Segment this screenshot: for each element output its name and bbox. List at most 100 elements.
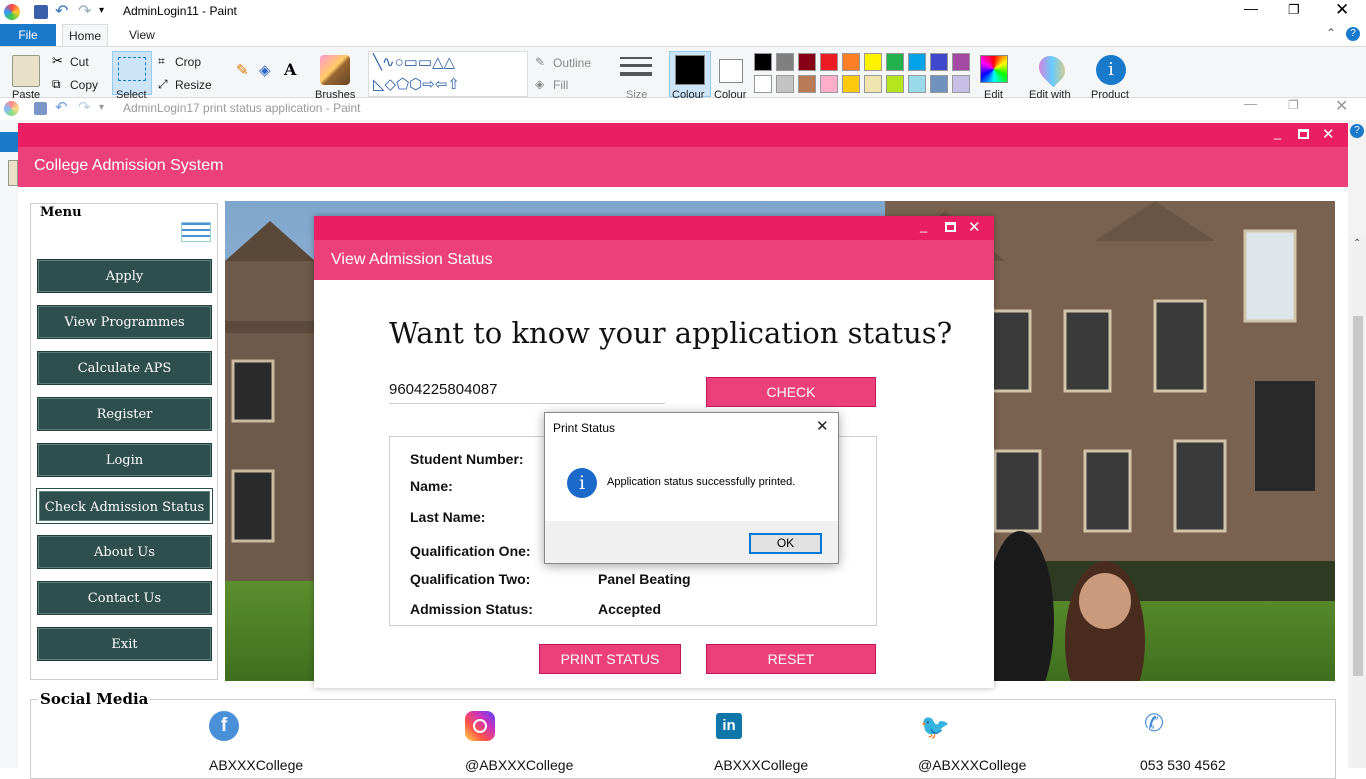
close-button[interactable]: ✕: [816, 417, 829, 435]
redo-icon[interactable]: ↷: [78, 98, 91, 116]
scroll-thumb[interactable]: [1353, 316, 1363, 676]
menu-apply-button[interactable]: Apply: [37, 259, 212, 293]
linkedin-icon[interactable]: in: [716, 713, 742, 739]
colour-swatch[interactable]: [842, 53, 860, 71]
line-shape-icon[interactable]: ╲∿○▭▭△△: [373, 54, 455, 71]
pencil-icon[interactable]: ✎: [236, 61, 249, 79]
colour-swatch[interactable]: [952, 75, 970, 93]
colour-swatch[interactable]: [820, 75, 838, 93]
redo-icon[interactable]: ↷: [78, 1, 91, 21]
check-button[interactable]: CHECK: [706, 377, 876, 407]
help-icon[interactable]: ?: [1350, 124, 1364, 138]
reset-button[interactable]: RESET: [706, 644, 876, 674]
twitter-icon[interactable]: 🐦: [920, 713, 950, 743]
ribbon-collapse-icon[interactable]: ⌃: [1326, 26, 1336, 40]
colour-swatch[interactable]: [886, 75, 904, 93]
menu-register-button[interactable]: Register: [37, 397, 212, 431]
colour-swatch[interactable]: [930, 53, 948, 71]
phone-number[interactable]: 053 530 4562: [1140, 757, 1226, 773]
colour-swatch[interactable]: [864, 53, 882, 71]
minimize-button[interactable]: _: [920, 218, 927, 233]
help-icon[interactable]: ?: [1346, 27, 1360, 41]
colour-swatch[interactable]: [798, 53, 816, 71]
tab-home[interactable]: Home: [62, 24, 108, 46]
colour-swatch[interactable]: [908, 75, 926, 93]
size-icon[interactable]: [620, 57, 652, 81]
minimize-button[interactable]: —: [1244, 96, 1257, 111]
instagram-lens-icon: [473, 719, 487, 733]
outline-dropdown[interactable]: Outline: [553, 56, 591, 70]
colour-swatch[interactable]: [952, 53, 970, 71]
twitter-handle[interactable]: @ABXXXCollege: [918, 757, 1026, 773]
brushes-icon[interactable]: [320, 55, 350, 85]
facebook-icon[interactable]: f: [209, 711, 239, 741]
fill-dropdown[interactable]: Fill: [553, 78, 568, 92]
menu-check-admission-status-button[interactable]: Check Admission Status: [36, 488, 213, 524]
qualification-one-label: Qualification One:: [410, 543, 531, 559]
colour-swatch[interactable]: [820, 53, 838, 71]
fill-icon: ◈: [535, 77, 545, 91]
vertical-scrollbar[interactable]: ⌃: [1350, 236, 1366, 768]
undo-icon[interactable]: ↶: [55, 98, 68, 116]
copy-button[interactable]: Copy: [70, 78, 98, 92]
scroll-up-icon[interactable]: ⌃: [1353, 238, 1361, 249]
colour-swatch[interactable]: [754, 53, 772, 71]
maximize-button[interactable]: [1298, 129, 1309, 139]
colour-swatch[interactable]: [842, 75, 860, 93]
close-button[interactable]: ✕: [1322, 125, 1335, 143]
minimize-button[interactable]: _: [1274, 125, 1281, 140]
menu-contact-us-button[interactable]: Contact Us: [37, 581, 212, 615]
close-button[interactable]: ✕: [968, 218, 981, 236]
shapes-gallery[interactable]: ╲∿○▭▭△△ ◺◇⬠⬡⇨⇦⇧: [368, 51, 528, 97]
social-media-title: Social Media: [38, 690, 151, 708]
info-icon[interactable]: i: [1096, 55, 1126, 85]
phone-icon[interactable]: ✆: [1139, 709, 1169, 739]
paint3d-icon[interactable]: [1033, 50, 1071, 88]
linkedin-handle[interactable]: ABXXXCollege: [714, 757, 808, 773]
restore-button[interactable]: ❐: [1288, 2, 1300, 18]
ok-button[interactable]: OK: [749, 533, 822, 554]
cut-button[interactable]: Cut: [70, 55, 89, 69]
instagram-handle[interactable]: @ABXXXCollege: [465, 757, 573, 773]
save-icon[interactable]: [34, 5, 48, 19]
text-tool-icon[interactable]: A: [284, 60, 296, 79]
colour-swatch[interactable]: [930, 75, 948, 93]
colour-swatch[interactable]: [776, 53, 794, 71]
colour-swatch[interactable]: [754, 75, 772, 93]
facebook-handle[interactable]: ABXXXCollege: [209, 757, 303, 773]
edit-colours-icon[interactable]: [980, 55, 1008, 83]
restore-button[interactable]: ❐: [1288, 98, 1299, 112]
close-button[interactable]: ✕: [1335, 96, 1348, 116]
tab-view[interactable]: View: [129, 24, 155, 46]
maximize-button[interactable]: [945, 222, 956, 232]
undo-icon[interactable]: ↶: [55, 1, 68, 21]
dialog-titlebar: _ ✕: [314, 216, 994, 240]
menu-login-button[interactable]: Login: [37, 443, 212, 477]
minimize-button[interactable]: —: [1244, 0, 1258, 16]
colour-swatch[interactable]: [886, 53, 904, 71]
paint-titlebar: ↶ ↷ ▾ AdminLogin11 - Paint — ❐ ✕: [0, 0, 1366, 24]
quick-access-dropdown-icon[interactable]: ▾: [99, 5, 104, 16]
menu-view-programmes-button[interactable]: View Programmes: [37, 305, 212, 339]
menu-about-us-button[interactable]: About Us: [37, 535, 212, 569]
colour-swatch[interactable]: [864, 75, 882, 93]
colour-swatch[interactable]: [798, 75, 816, 93]
crop-button[interactable]: Crop: [175, 55, 201, 69]
hamburger-icon[interactable]: [181, 222, 211, 242]
id-number-input[interactable]: [389, 376, 665, 404]
save-icon[interactable]: [34, 102, 47, 115]
resize-button[interactable]: Resize: [175, 78, 212, 92]
file-menu[interactable]: File: [0, 24, 56, 46]
menu-exit-button[interactable]: Exit: [37, 627, 212, 661]
colour2-swatch[interactable]: [719, 59, 743, 83]
paste-icon[interactable]: [12, 55, 40, 87]
print-status-button[interactable]: PRINT STATUS: [539, 644, 681, 674]
quick-access-dropdown-icon[interactable]: ▾: [99, 102, 104, 113]
close-button[interactable]: ✕: [1335, 0, 1349, 20]
instagram-icon[interactable]: [465, 711, 495, 741]
colour-swatch[interactable]: [908, 53, 926, 71]
menu-calculate-aps-button[interactable]: Calculate APS: [37, 351, 212, 385]
fill-bucket-icon[interactable]: ◈: [259, 61, 271, 79]
colour-swatch[interactable]: [776, 75, 794, 93]
polygon-shape-icon[interactable]: ◺◇⬠⬡⇨⇦⇧: [373, 76, 460, 93]
